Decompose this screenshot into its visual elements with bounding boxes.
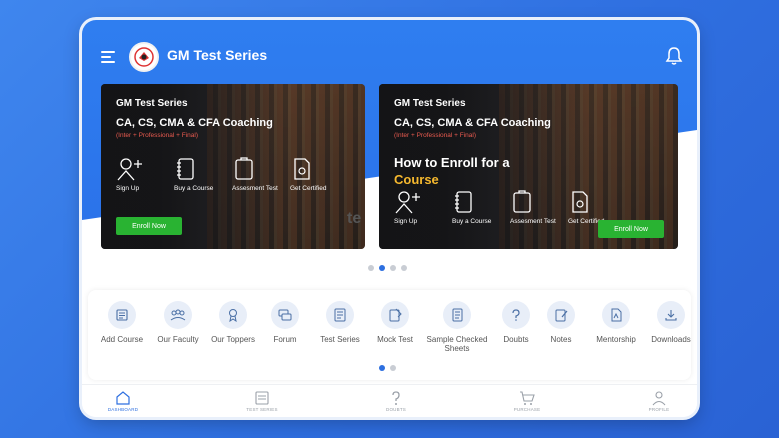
enroll-steps: Sign Up Buy a Course Assesment Test Get … xyxy=(116,157,348,193)
pager-dot[interactable] xyxy=(390,365,396,371)
banner-title: CA, CS, CMA & CFA Coaching xyxy=(394,117,551,129)
step-buy-course: Buy a Course xyxy=(174,157,232,193)
notebook-icon xyxy=(455,191,472,213)
carousel-dot[interactable] xyxy=(401,265,407,271)
banner-card[interactable]: GM Test Series CA, CS, CMA & CFA Coachin… xyxy=(379,84,678,249)
user-add-icon xyxy=(117,158,142,181)
carousel-indicator xyxy=(368,265,407,271)
toppers-icon xyxy=(219,301,247,329)
app-window: GM Test Series GM Test Series CA, CS, CM… xyxy=(82,20,697,417)
test-series-icon xyxy=(326,301,354,329)
enroll-now-button[interactable]: Enroll Now xyxy=(598,220,664,238)
hidden-text: te xyxy=(347,210,362,227)
nav-test-series[interactable]: TEST SERIES xyxy=(227,390,297,412)
clipboard-icon xyxy=(235,157,253,180)
certificate-icon xyxy=(572,191,588,213)
banner-headline-highlight: Course xyxy=(394,172,439,187)
bell-icon[interactable] xyxy=(665,46,683,66)
add-course-icon xyxy=(108,301,136,329)
step-assessment: Assesment Test xyxy=(510,190,568,226)
banner-card[interactable]: GM Test Series CA, CS, CMA & CFA Coachin… xyxy=(101,84,365,249)
nav-dashboard[interactable]: DASHBOARD xyxy=(88,390,158,412)
test-series-icon xyxy=(255,391,269,405)
banner-subtitle: (Inter + Professional + Final) xyxy=(394,132,477,139)
faculty-icon xyxy=(164,301,192,329)
banner-brand: GM Test Series xyxy=(116,98,188,109)
certificate-icon xyxy=(294,158,310,180)
shortcut-mock-test[interactable]: Mock Test xyxy=(360,301,430,344)
forum-icon xyxy=(271,301,299,329)
step-sign-up: Sign Up xyxy=(394,190,452,226)
question-icon xyxy=(392,391,400,405)
page-title: GM Test Series xyxy=(167,47,268,63)
step-buy-course: Buy a Course xyxy=(452,190,510,226)
carousel-dot[interactable] xyxy=(390,265,396,271)
home-icon xyxy=(116,391,130,405)
app-logo xyxy=(129,42,159,72)
step-sign-up: Sign Up xyxy=(116,157,174,193)
step-assessment: Assesment Test xyxy=(232,157,290,193)
menu-icon[interactable] xyxy=(101,51,117,63)
notes-icon xyxy=(547,301,575,329)
user-add-icon xyxy=(395,191,420,214)
step-certified: Get Certified xyxy=(290,157,348,193)
nav-doubts[interactable]: DOUBTS xyxy=(361,390,431,412)
nav-purchase[interactable]: PURCHASE xyxy=(492,390,562,412)
shortcut-downloads[interactable]: Downloads xyxy=(636,301,697,344)
enroll-steps: Sign Up Buy a Course Assesment Test Get … xyxy=(394,190,626,226)
clipboard-icon xyxy=(513,190,531,213)
profile-icon xyxy=(652,391,666,406)
sample-sheets-icon xyxy=(443,301,471,329)
carousel-dot[interactable] xyxy=(368,265,374,271)
banner-headline: How to Enroll for a xyxy=(394,155,510,170)
top-bar: GM Test Series xyxy=(82,20,697,86)
banner-title: CA, CS, CMA & CFA Coaching xyxy=(116,117,273,129)
shortcut-pager xyxy=(379,365,396,371)
cart-icon xyxy=(520,391,535,405)
mentorship-icon xyxy=(602,301,630,329)
enroll-now-button[interactable]: Enroll Now xyxy=(116,217,182,235)
nav-profile[interactable]: PROFILE xyxy=(624,390,694,412)
banner-brand: GM Test Series xyxy=(394,98,466,109)
bottom-navigation: DASHBOARD TEST SERIES DOUBTS PURCHASE PR… xyxy=(82,384,697,417)
banner-subtitle: (Inter + Professional + Final) xyxy=(116,132,199,139)
pager-dot-active[interactable] xyxy=(379,365,385,371)
carousel-dot-active[interactable] xyxy=(379,265,385,271)
mock-test-icon xyxy=(381,301,409,329)
notebook-icon xyxy=(177,158,194,180)
downloads-icon xyxy=(657,301,685,329)
